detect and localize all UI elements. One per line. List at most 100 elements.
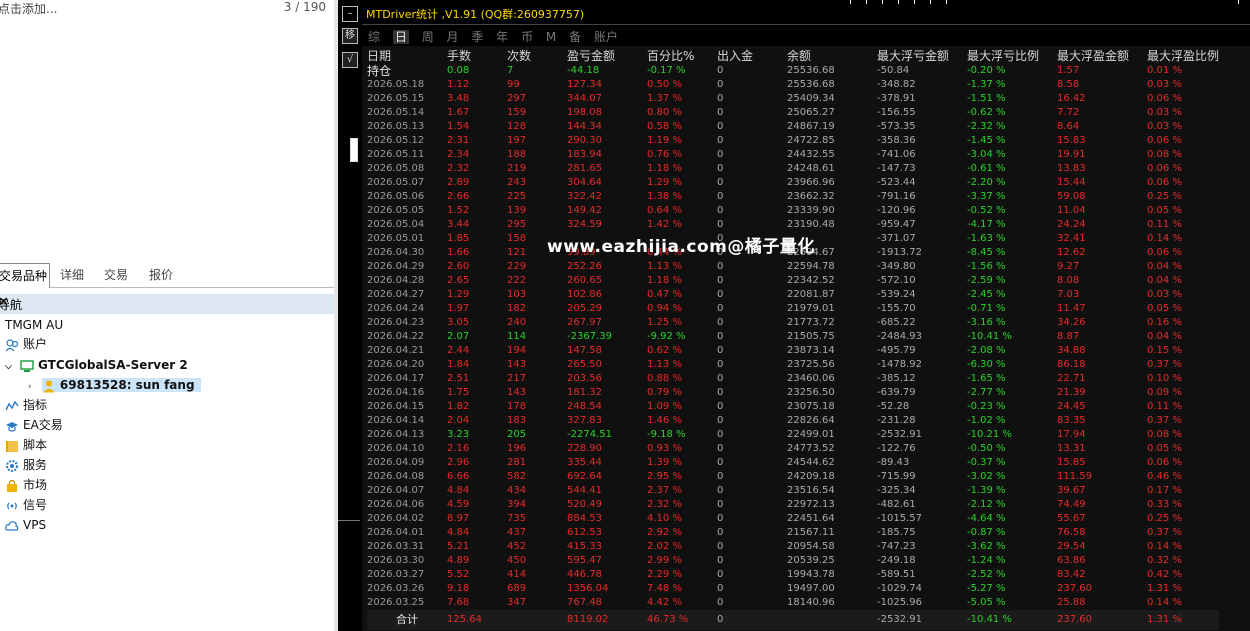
tree-market[interactable]: 市场: [5, 475, 47, 495]
table-cell: 2.31: [447, 135, 470, 146]
table-cell: 最大浮盈比例: [1147, 49, 1220, 63]
symbol-search-input[interactable]: 点击添加...: [0, 0, 57, 17]
table-cell: 347: [507, 597, 527, 608]
table-cell: -589.51: [877, 569, 916, 580]
table-cell: 21505.75: [787, 331, 835, 342]
scripts-icon: [5, 439, 19, 453]
table-cell: 1.29: [447, 289, 470, 300]
table-cell: 0: [717, 429, 724, 440]
table-cell: 1356.04: [567, 583, 609, 594]
table-cell: 最大浮亏金额: [877, 49, 950, 63]
table-cell: 196: [507, 443, 527, 454]
table-cell: 324.59: [567, 219, 602, 230]
table-row: 2026.04.06 4.59 394 520.49 2.32 % 0 22972.13 -4…: [367, 498, 1219, 512]
tab-details[interactable]: 详细: [60, 263, 84, 287]
tab-account[interactable]: 账户: [594, 30, 618, 44]
table-cell: -2.59 %: [967, 275, 1006, 286]
tree-accounts[interactable]: 账户: [5, 334, 47, 354]
chevron-down-icon[interactable]: ⌵: [5, 362, 12, 372]
tab-year[interactable]: 年: [496, 30, 508, 44]
table-cell: 147.58: [567, 345, 602, 356]
table-cell: 1.84: [447, 359, 470, 370]
table-row: 2026.04.27 1.29 103 102.86 0.47 % 0 22081.87 -5…: [367, 288, 1219, 302]
tab-notes[interactable]: 备: [569, 30, 581, 44]
check-icon[interactable]: √: [342, 52, 358, 68]
tab-quarter[interactable]: 季: [471, 30, 483, 44]
table-cell: 1.57: [1057, 65, 1080, 76]
table-cell: 290.30: [567, 135, 602, 146]
tree-account-entry[interactable]: › 69813528: sun fang: [28, 375, 201, 395]
table-cell: 18140.96: [787, 597, 835, 608]
table-cell: 0.06 %: [1147, 163, 1182, 174]
table-cell: 7.68: [447, 597, 470, 608]
tab-trading[interactable]: 交易: [104, 263, 128, 287]
table-cell: 0.17 %: [1147, 485, 1182, 496]
minimize-icon[interactable]: –: [342, 6, 358, 22]
table-cell: 2.34: [447, 149, 470, 160]
table-cell: 0.94 %: [647, 303, 682, 314]
table-cell: 2.95 %: [647, 471, 682, 482]
tree-signals[interactable]: 信号: [5, 495, 47, 515]
table-cell: 2.89: [447, 177, 470, 188]
table-cell: 日期: [367, 49, 392, 63]
tree-broker[interactable]: TMGM AU: [5, 315, 63, 335]
tree-indicators[interactable]: 指标: [5, 395, 47, 415]
tree-server[interactable]: ⌵ GTCGlobalSA-Server 2: [5, 355, 188, 375]
tab-magic[interactable]: M: [546, 30, 556, 44]
table-row: 2026.04.13 3.23 205 -2274.51 -9.18 % 0 22499.0…: [367, 428, 1219, 442]
tab-month[interactable]: 月: [447, 30, 459, 44]
table-cell: -0.71 %: [967, 303, 1006, 314]
table-cell: 24209.18: [787, 471, 835, 482]
tab-symbols[interactable]: 交易品种: [0, 263, 50, 288]
chevron-right-icon[interactable]: ›: [28, 382, 32, 392]
table-cell: 181.32: [567, 387, 602, 398]
tree-scripts[interactable]: 脚本: [5, 435, 47, 455]
table-cell: 25536.68: [787, 79, 835, 90]
table-cell: -371.07: [877, 233, 916, 244]
table-cell: -378.91: [877, 93, 916, 104]
table-row: 2026.04.02 8.97 735 884.53 4.10 % 0 22451.64 -1…: [367, 512, 1219, 526]
table-cell: 0.58 %: [647, 121, 682, 132]
tab-week[interactable]: 周: [422, 30, 434, 44]
table-cell: 2.99 %: [647, 555, 682, 566]
tree-vps[interactable]: VPS: [5, 515, 46, 535]
tab-ticks[interactable]: 报价: [149, 263, 173, 287]
table-cell: 25065.27: [787, 107, 835, 118]
tab-summary[interactable]: 综: [368, 30, 380, 44]
table-cell: 0.05 %: [1147, 205, 1182, 216]
table-cell: 183: [507, 415, 527, 426]
table-cell: 24722.85: [787, 135, 835, 146]
table-cell: 159: [507, 107, 527, 118]
table-cell: 2026.04.01: [367, 527, 425, 538]
tab-day[interactable]: 日: [392, 30, 409, 44]
table-cell: 21.39: [1057, 387, 1086, 398]
table-cell: 4.42 %: [647, 597, 682, 608]
table-cell: 1.09 %: [647, 401, 682, 412]
table-cell: 111.59: [1057, 471, 1092, 482]
tab-currency[interactable]: 币: [521, 30, 533, 44]
table-cell: 8.64: [1057, 121, 1080, 132]
table-cell: 0.06 %: [1147, 247, 1182, 258]
table-cell: 689: [507, 583, 527, 594]
table-cell: 25.88: [1057, 597, 1086, 608]
table-cell: 22972.13: [787, 499, 835, 510]
table-cell: 0: [717, 541, 724, 552]
table-cell: 13.83: [1057, 163, 1086, 174]
table-cell: -9.18 %: [647, 429, 686, 440]
symbol-search-bar[interactable]: 点击添加... 3 / 190: [0, 0, 334, 18]
table-cell: 0.11 %: [1147, 401, 1182, 412]
tree-expert-advisors[interactable]: EA交易: [5, 415, 63, 435]
table-cell: 1.67: [447, 107, 470, 118]
table-cell: 24544.62: [787, 457, 835, 468]
table-row: 2026.04.24 1.97 182 205.29 0.94 % 0 21979.01 -1…: [367, 302, 1219, 316]
table-cell: 143: [507, 387, 527, 398]
table-cell: 0.05 %: [1147, 303, 1182, 314]
move-icon[interactable]: 移: [342, 28, 358, 44]
table-cell: 76.58: [1057, 527, 1086, 538]
table-cell: -3.02 %: [967, 471, 1006, 482]
table-cell: 767.48: [567, 597, 602, 608]
close-icon[interactable]: ✕: [0, 295, 328, 310]
table-cell: -747.23: [877, 541, 916, 552]
tree-services[interactable]: 服务: [5, 455, 47, 475]
table-cell: 144.34: [567, 121, 602, 132]
